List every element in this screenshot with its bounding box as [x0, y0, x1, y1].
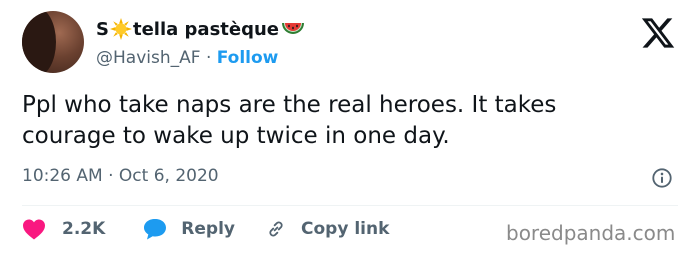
- divider: [22, 205, 678, 206]
- info-icon[interactable]: [651, 167, 673, 189]
- speech-bubble-icon: [144, 219, 167, 240]
- reply-label: Reply: [181, 219, 235, 239]
- tweet-timestamp[interactable]: 10:26 AM · Oct 6, 2020: [22, 166, 219, 186]
- link-icon: [269, 221, 283, 237]
- avatar-hair: [22, 11, 56, 73]
- reply-button[interactable]: Reply: [143, 218, 235, 240]
- heart-icon: [23, 219, 45, 240]
- display-name-end: tella pastèque: [132, 18, 279, 40]
- tweet-text-line-2: courage to wake up twice in one day.: [22, 123, 450, 149]
- watermark-text: boredpanda.com: [506, 221, 676, 245]
- avatar[interactable]: [22, 11, 84, 73]
- display-name-start: S: [96, 18, 109, 40]
- x-logo-icon[interactable]: [640, 15, 676, 51]
- action-bar: 2.2K Reply Copy link: [22, 216, 389, 242]
- like-count: 2.2K: [62, 219, 106, 239]
- handle-row: @Havish_AF · Follow: [96, 48, 278, 68]
- copy-link-button[interactable]: Copy link: [265, 218, 389, 240]
- watermelon-icon: [282, 23, 304, 34]
- handle-separator: ·: [205, 48, 212, 68]
- user-handle[interactable]: @Havish_AF: [96, 48, 201, 68]
- copy-link-label: Copy link: [301, 219, 390, 239]
- tweet-text-line-1: Ppl who take naps are the real heroes. I…: [22, 92, 557, 118]
- sun-icon: [109, 18, 132, 40]
- follow-button[interactable]: Follow: [217, 48, 279, 68]
- tweet-text: Ppl who take naps are the real heroes. I…: [22, 90, 682, 152]
- display-name[interactable]: S tella pastèque: [96, 16, 305, 42]
- like-button[interactable]: 2.2K: [22, 218, 105, 240]
